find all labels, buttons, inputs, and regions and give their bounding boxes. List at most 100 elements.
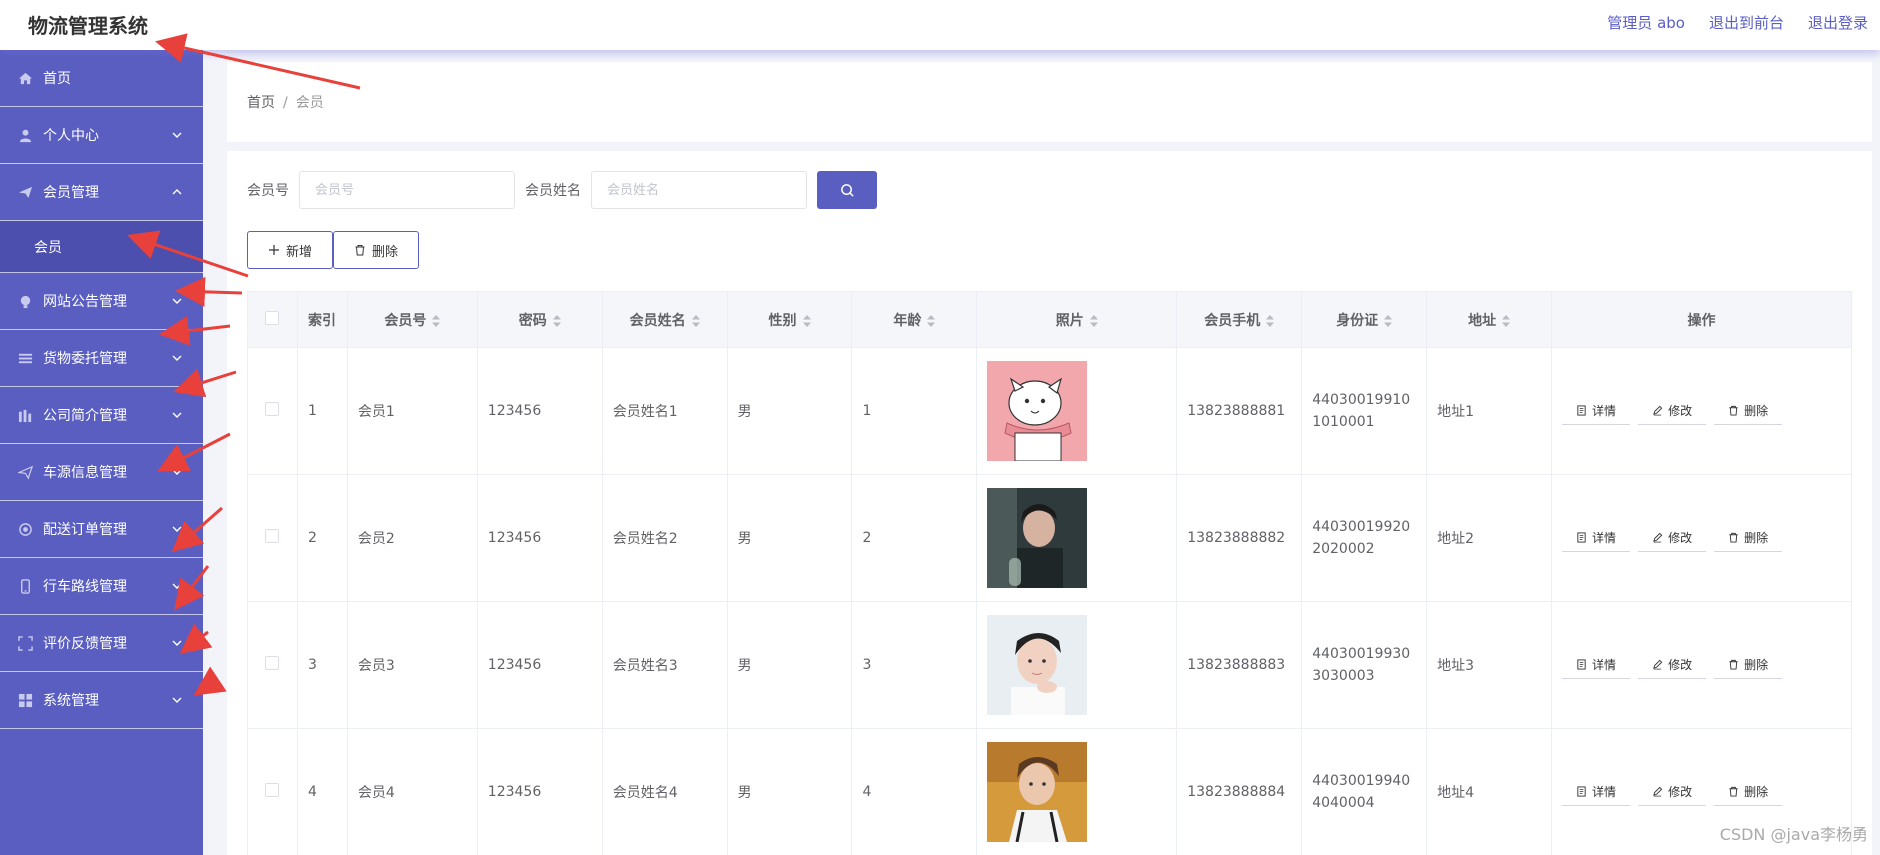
- home-icon: [18, 71, 33, 86]
- sidebar-item-announcements[interactable]: 网站公告管理: [0, 273, 203, 330]
- select-all-checkbox[interactable]: [265, 310, 280, 325]
- cell-phone: 13823888883: [1176, 601, 1303, 729]
- column-header[interactable]: 地址: [1426, 291, 1553, 348]
- cell-member-name: 会员姓名4: [601, 728, 728, 855]
- column-header-label: 索引: [307, 312, 336, 329]
- sort-icon[interactable]: [1384, 314, 1393, 327]
- edit-button[interactable]: 修改: [1638, 524, 1707, 552]
- column-header[interactable]: 身份证: [1301, 291, 1428, 348]
- select-all-cell: [247, 291, 298, 348]
- delete-button[interactable]: 删除: [1714, 778, 1783, 806]
- detail-button[interactable]: 详情: [1562, 778, 1631, 806]
- cell-password: 123456: [476, 601, 603, 729]
- cell-actions: 详情 修改 删除: [1551, 601, 1852, 729]
- cell-actions: 详情 修改 删除: [1551, 474, 1852, 602]
- batch-delete-button[interactable]: 删除: [333, 231, 420, 269]
- sidebar-item-member-management[interactable]: 会员管理: [0, 164, 203, 221]
- column-header[interactable]: 照片: [976, 291, 1178, 348]
- member-photo: [987, 742, 1176, 842]
- column-header[interactable]: 会员号: [346, 291, 478, 348]
- sort-icon[interactable]: [552, 314, 561, 327]
- column-header[interactable]: 年龄: [851, 291, 978, 348]
- trash-icon: [1729, 786, 1738, 797]
- sidebar-item-profile[interactable]: 个人中心: [0, 107, 203, 164]
- row-select-cell: [247, 728, 298, 855]
- edit-button[interactable]: 修改: [1638, 397, 1707, 425]
- sidebar-item-home[interactable]: 首页: [0, 50, 203, 107]
- delete-button[interactable]: 删除: [1714, 524, 1783, 552]
- action-buttons: 新增 删除: [247, 231, 420, 269]
- cell-gender: 男: [726, 474, 853, 602]
- sort-icon[interactable]: [1502, 314, 1511, 327]
- sidebar-item-label: 配送订单管理: [43, 522, 127, 538]
- breadcrumb-separator: /: [283, 95, 288, 111]
- detail-button[interactable]: 详情: [1562, 397, 1631, 425]
- cell-photo: [976, 728, 1178, 855]
- add-button[interactable]: 新增: [247, 231, 334, 269]
- sidebar-subitem-label: 会员: [34, 239, 62, 256]
- sidebar-item-system[interactable]: 系统管理: [0, 672, 203, 729]
- sidebar-item-delivery-orders[interactable]: 配送订单管理: [0, 501, 203, 558]
- column-header-label: 地址: [1468, 312, 1497, 329]
- detail-button-label: 详情: [1592, 531, 1617, 545]
- row-checkbox[interactable]: [265, 783, 280, 797]
- app-title: 物流管理系统: [28, 14, 148, 38]
- cell-index: 2: [296, 474, 348, 602]
- back-to-frontend-link[interactable]: 退出到前台: [1709, 12, 1784, 33]
- delete-button[interactable]: 删除: [1714, 397, 1783, 425]
- column-header[interactable]: 会员姓名: [601, 291, 728, 348]
- column-header-label: 密码: [518, 312, 547, 329]
- search-button[interactable]: [817, 171, 877, 209]
- chevron-down-icon: [172, 697, 182, 703]
- edit-button[interactable]: 修改: [1638, 651, 1707, 679]
- sidebar-item-company-intro[interactable]: 公司简介管理: [0, 387, 203, 444]
- row-checkbox[interactable]: [265, 656, 280, 670]
- trash-icon: [354, 244, 366, 256]
- sidebar-subitem-member[interactable]: 会员: [0, 221, 203, 273]
- cell-member-no: 会员3: [346, 601, 478, 729]
- sort-icon[interactable]: [432, 314, 441, 327]
- sort-icon[interactable]: [927, 314, 936, 327]
- cell-age: 4: [851, 728, 978, 855]
- header-links: 管理员 abo 退出到前台 退出登录: [1607, 12, 1868, 33]
- chevron-down-icon: [172, 526, 182, 532]
- batch-delete-button-label: 删除: [372, 244, 399, 260]
- cell-gender: 男: [726, 347, 853, 475]
- cell-photo: [976, 601, 1178, 729]
- sort-icon[interactable]: [802, 314, 811, 327]
- detail-button[interactable]: 详情: [1562, 651, 1631, 679]
- sidebar-item-label: 个人中心: [43, 128, 99, 144]
- logout-link[interactable]: 退出登录: [1808, 12, 1868, 33]
- member-no-label: 会员号: [247, 183, 289, 199]
- breadcrumb-home[interactable]: 首页: [247, 95, 275, 111]
- row-checkbox[interactable]: [265, 402, 280, 416]
- sidebar-item-cargo-delegation[interactable]: 货物委托管理: [0, 330, 203, 387]
- column-header[interactable]: 性别: [726, 291, 853, 348]
- member-no-input[interactable]: [299, 171, 515, 209]
- column-header[interactable]: 会员手机: [1176, 291, 1303, 348]
- cell-age: 1: [851, 347, 978, 475]
- trash-icon: [1729, 532, 1738, 543]
- sort-icon[interactable]: [1266, 314, 1275, 327]
- column-header[interactable]: 密码: [476, 291, 603, 348]
- document-icon: [1577, 786, 1586, 797]
- sort-icon[interactable]: [691, 314, 700, 327]
- delete-button[interactable]: 删除: [1714, 651, 1783, 679]
- edit-button[interactable]: 修改: [1638, 778, 1707, 806]
- sort-icon[interactable]: [1089, 314, 1098, 327]
- chevron-down-icon: [172, 298, 182, 304]
- sidebar-item-feedback[interactable]: 评价反馈管理: [0, 615, 203, 672]
- sidebar-item-vehicle-info[interactable]: 车源信息管理: [0, 444, 203, 501]
- column-header-label: 性别: [768, 312, 797, 329]
- member-name-input[interactable]: [591, 171, 807, 209]
- row-select-cell: [247, 347, 298, 475]
- member-photo: [987, 488, 1176, 588]
- sidebar-item-label: 评价反馈管理: [43, 636, 127, 652]
- admin-user-label[interactable]: 管理员 abo: [1607, 12, 1685, 33]
- sidebar-item-driving-routes[interactable]: 行车路线管理: [0, 558, 203, 615]
- row-checkbox[interactable]: [265, 529, 280, 543]
- edit-icon: [1653, 532, 1663, 543]
- detail-button[interactable]: 详情: [1562, 524, 1631, 552]
- frame-icon: [18, 635, 33, 651]
- cell-address: 地址3: [1426, 601, 1553, 729]
